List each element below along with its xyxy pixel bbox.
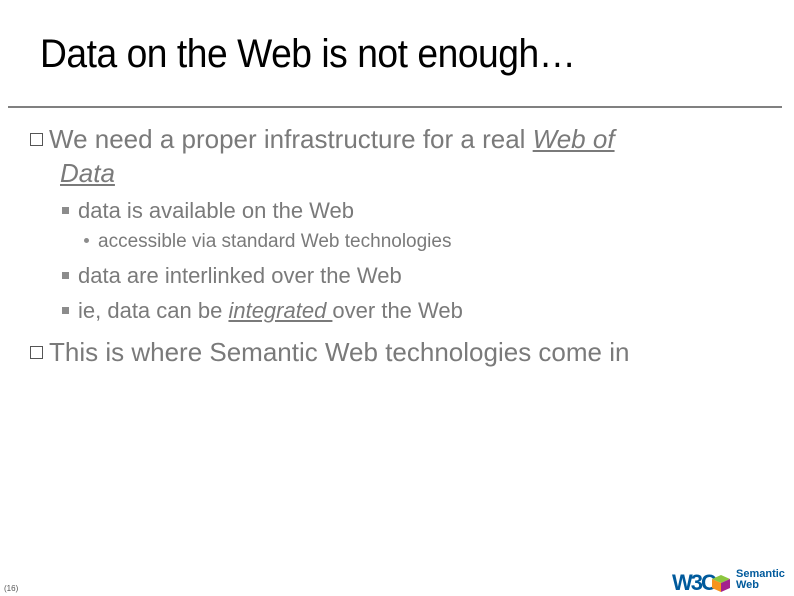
w3c-logo-text: W3C <box>672 570 717 595</box>
slide-title: Data on the Web is not enough… <box>40 32 576 76</box>
title-divider <box>8 106 782 108</box>
bullet-text: We need a proper infrastructure for a re… <box>49 124 533 154</box>
bullet-infrastructure-cont: Data <box>60 158 115 189</box>
w3c-semantic-web-logo: W3C Semantic Web <box>672 568 794 596</box>
sub-bullet-text-post: over the Web <box>332 298 463 323</box>
square-bullet-icon <box>62 307 69 314</box>
bullet-text: This is where Semantic Web technologies … <box>49 337 630 367</box>
web-of-data-link[interactable]: Web of <box>533 124 615 154</box>
dot-bullet-icon <box>84 238 89 243</box>
web-of-data-link-cont[interactable]: Data <box>60 158 115 188</box>
sub-sub-bullet-accessible: accessible via standard Web technologies <box>84 231 451 253</box>
sub-sub-bullet-text: accessible via standard Web technologies <box>98 231 452 252</box>
bullet-infrastructure: We need a proper infrastructure for a re… <box>30 124 615 155</box>
semantic-web-label: Semantic Web <box>736 569 785 591</box>
logo-line-2: Web <box>736 579 760 591</box>
square-bullet-icon <box>62 272 69 279</box>
sub-bullet-text: data are interlinked over the Web <box>78 263 402 288</box>
sub-bullet-text: ie, data can be <box>78 298 229 323</box>
bullet-semantic-web: This is where Semantic Web technologies … <box>30 337 629 368</box>
semantic-web-cube-icon <box>712 575 730 592</box>
square-bullet-icon <box>62 207 69 214</box>
square-bullet-icon <box>30 133 43 146</box>
square-bullet-icon <box>30 346 43 359</box>
sub-bullet-integrated: ie, data can be integrated over the Web <box>62 298 463 324</box>
integrated-link[interactable]: integrated <box>228 298 332 323</box>
page-number: (16) <box>4 584 19 593</box>
sub-bullet-text: data is available on the Web <box>78 198 354 223</box>
sub-bullet-available: data is available on the Web <box>62 198 354 224</box>
sub-bullet-interlinked: data are interlinked over the Web <box>62 263 402 289</box>
